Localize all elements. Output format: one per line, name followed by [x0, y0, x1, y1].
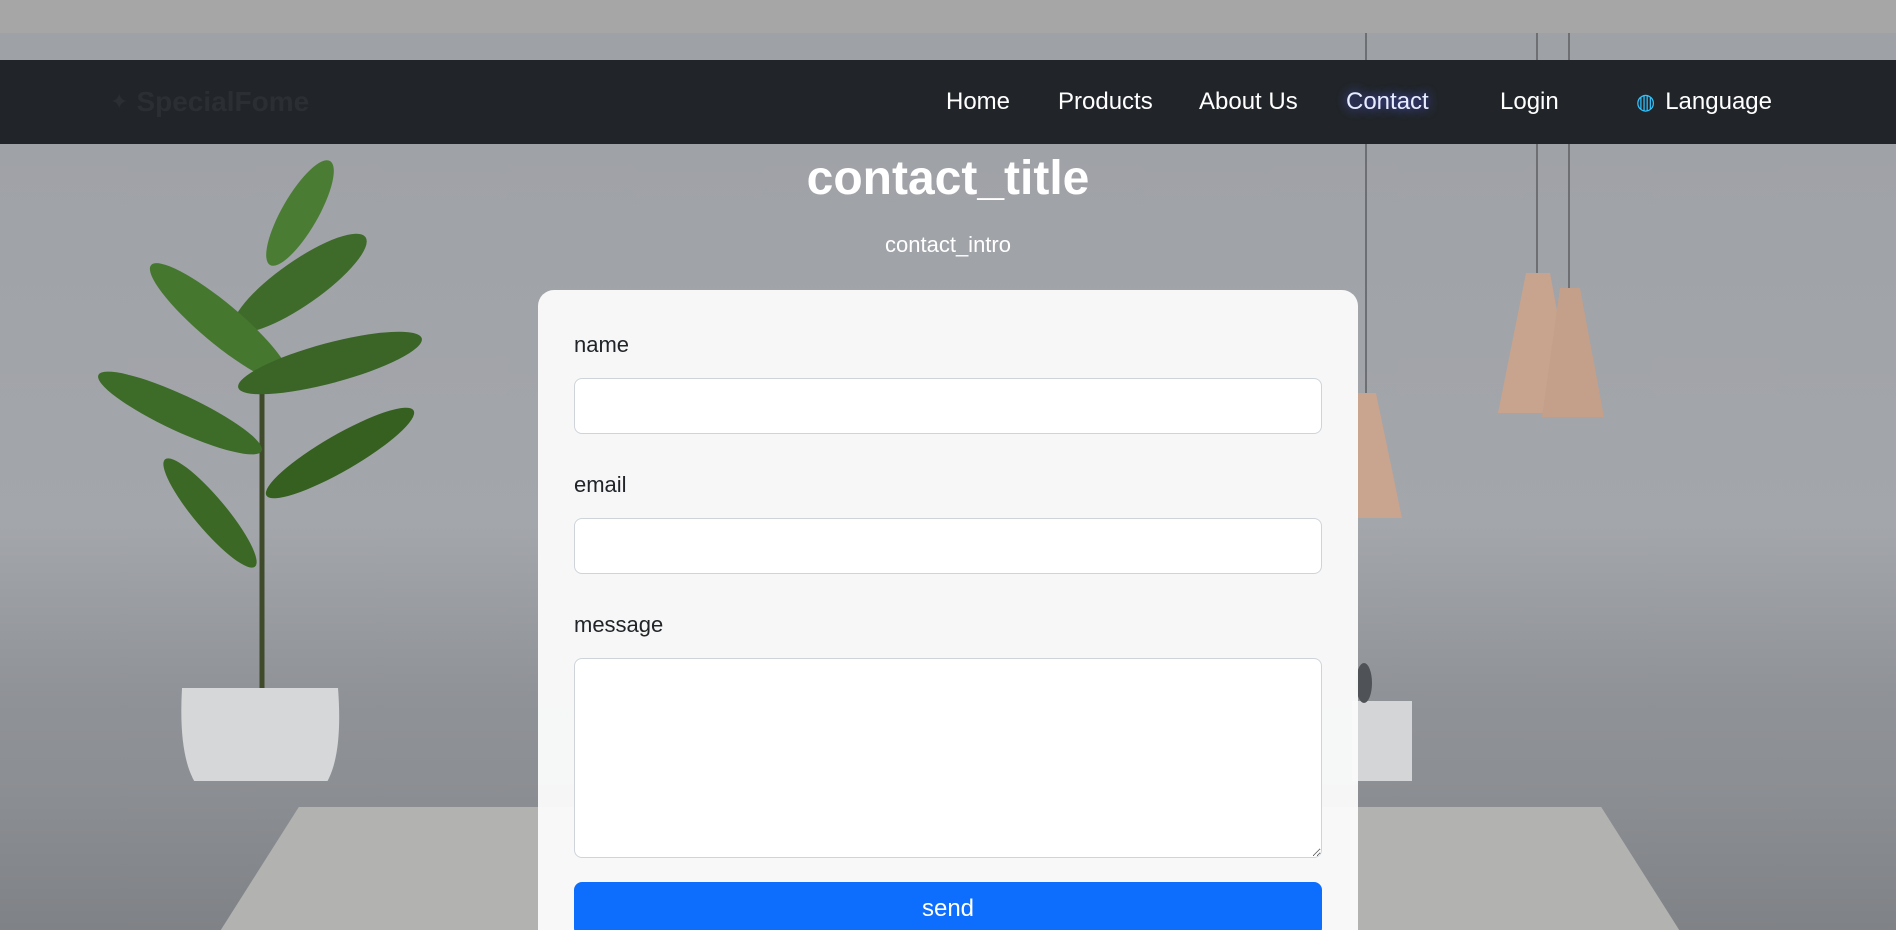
email-label: email	[574, 472, 627, 497]
nav-links: Home Products About Us Contact Login ◍ L…	[0, 60, 1896, 144]
nav-products[interactable]: Products	[1058, 60, 1153, 144]
send-button[interactable]: send	[574, 882, 1322, 930]
page-heading: contact_title contact_intro	[0, 150, 1896, 258]
message-textarea[interactable]	[574, 658, 1322, 858]
contact-form-card: name email message send	[538, 290, 1358, 930]
browser-top-strip	[0, 0, 1896, 33]
email-input[interactable]	[574, 518, 1322, 574]
name-label: name	[574, 332, 630, 357]
language-label: Language	[1665, 88, 1772, 115]
name-input[interactable]	[574, 378, 1322, 434]
nav-login[interactable]: Login	[1500, 60, 1559, 144]
page-intro: contact_intro	[885, 232, 1011, 257]
message-label: message	[574, 612, 664, 637]
language-dropdown[interactable]: ◍ Language	[1636, 60, 1772, 144]
navbar: ✦ SpecialFome Home Products About Us Con…	[0, 60, 1896, 144]
nav-about-us[interactable]: About Us	[1199, 60, 1298, 144]
page-title: contact_title	[806, 152, 1090, 205]
nav-home[interactable]: Home	[946, 60, 1010, 144]
nav-contact[interactable]: Contact	[1346, 60, 1429, 144]
globe-icon: ◍	[1636, 89, 1656, 114]
